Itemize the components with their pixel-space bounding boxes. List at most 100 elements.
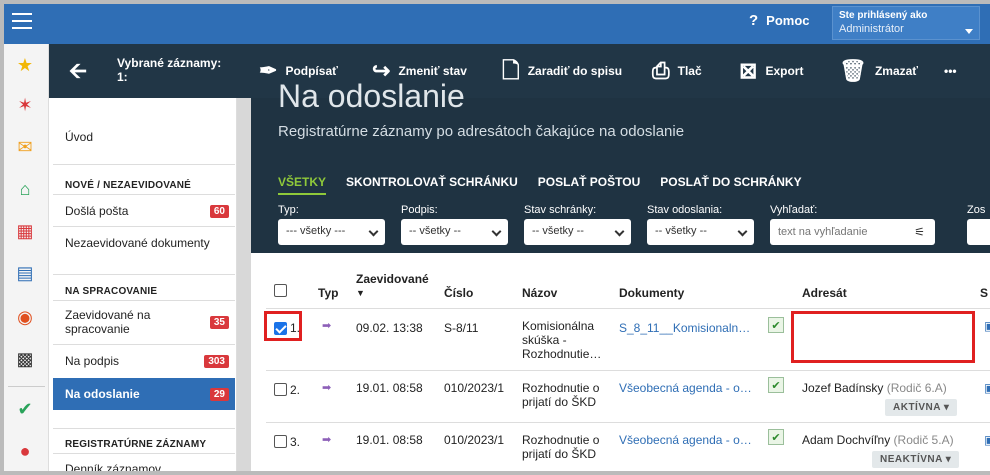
outgoing-icon: ➡: [322, 320, 332, 332]
count-badge: 35: [209, 316, 229, 329]
col-cut[interactable]: S: [980, 286, 988, 300]
outgoing-icon: ➡: [322, 434, 332, 446]
type-filter: Typ: --- všetky ---: [278, 204, 385, 245]
box-filter: Stav schránky: -- všetky --: [524, 204, 631, 245]
table-row[interactable]: 2. ➡ 19.01. 08:58 010/2023/1 Rozhodnutie…: [266, 370, 990, 422]
book-icon[interactable]: ▤: [14, 262, 36, 284]
sidebar-item-unregistered[interactable]: Nezaevidované dokumenty: [53, 232, 235, 254]
check-circle-icon[interactable]: ✔: [14, 398, 36, 420]
box-icon[interactable]: ▣: [984, 319, 990, 333]
count-badge: 60: [209, 204, 229, 218]
document-link[interactable]: Všeobecná agenda - o…: [619, 381, 752, 395]
signed-check-icon[interactable]: ✔: [768, 377, 784, 393]
tab-check-box[interactable]: SKONTROLOVAŤ SCHRÁNKU: [346, 175, 518, 195]
print-button[interactable]: ⎙ Tlač: [652, 44, 702, 98]
table-row[interactable]: 3. ➡ 19.01. 08:58 010/2023/1 Rozhodnutie…: [266, 422, 990, 471]
sign-filter: Podpis: -- všetky --: [401, 204, 508, 245]
selection-info: Vybrané záznamy: 1:: [117, 56, 222, 84]
user-status: Ste prihlásený ako: [839, 10, 928, 21]
divider: [53, 194, 235, 195]
filter-bar: Typ: --- všetky --- Podpis: -- všetky --…: [251, 198, 990, 253]
search-input[interactable]: [770, 219, 935, 245]
select-all-checkbox[interactable]: [274, 284, 287, 297]
col-type[interactable]: Typ: [318, 286, 338, 300]
file-to-dossier-button[interactable]: 🗋 Zaradiť do spisu: [502, 44, 622, 98]
cut-select[interactable]: [967, 219, 990, 245]
tab-send-post[interactable]: POSLAŤ POŠTOU: [538, 175, 640, 195]
type-select[interactable]: --- všetky ---: [278, 219, 385, 245]
box-icon[interactable]: ▣: [984, 433, 990, 447]
document-icon: 🗋: [502, 58, 520, 83]
schedule-icon[interactable]: ▩: [14, 348, 36, 370]
highlight-box: [791, 311, 975, 363]
section-registry: REGISTRATÚRNE ZÁZNAMY: [65, 439, 207, 450]
signed-check-icon[interactable]: ✔: [768, 429, 784, 445]
signed-check-icon[interactable]: ✔: [768, 317, 784, 333]
col-documents[interactable]: Dokumenty: [619, 286, 684, 300]
outgoing-icon: ➡: [322, 382, 332, 394]
page-header: Na odoslanie Registratúrne záznamy po ad…: [251, 78, 990, 198]
rail-divider: [8, 386, 45, 387]
divider: [53, 274, 235, 275]
record-name: Rozhodnutie o prijatí do ŠKD: [522, 433, 600, 461]
delete-button[interactable]: 🗑 Zmazať: [839, 44, 918, 98]
sidebar-item-to-sign[interactable]: Na podpis 303: [53, 350, 235, 372]
status-badge[interactable]: NEAKTÍVNA ▾: [872, 451, 960, 468]
star-icon[interactable]: ★: [14, 54, 36, 76]
home-icon[interactable]: ⌂: [14, 178, 36, 200]
box-state-select[interactable]: -- všetky --: [524, 219, 631, 245]
addressee: Adam Dochvíľny (Rodič 5.A): [802, 433, 954, 447]
highlight-box: [264, 311, 302, 341]
trash-icon: 🗑: [839, 58, 867, 83]
divider: [53, 453, 235, 454]
stamp-icon: ✒: [259, 58, 278, 83]
sidebar-item-diary[interactable]: Denník záznamov: [53, 458, 235, 471]
sort-desc-icon: ▼: [356, 288, 365, 298]
row-checkbox[interactable]: [274, 383, 287, 396]
row-checkbox[interactable]: [274, 435, 287, 448]
tab-send-box[interactable]: POSLAŤ DO SCHRÁNKY: [660, 175, 801, 195]
more-button[interactable]: •••: [944, 44, 957, 98]
sidebar-item-to-send[interactable]: Na odoslanie 29: [53, 378, 235, 410]
box-icon[interactable]: ▣: [984, 381, 990, 395]
addressee: Jozef Badínsky (Rodič 6.A): [802, 381, 947, 395]
divider: [53, 226, 235, 227]
document-link[interactable]: Všeobecná agenda - o…: [619, 433, 752, 447]
sign-select[interactable]: -- všetky --: [401, 219, 508, 245]
back-button[interactable]: 🡨: [69, 44, 87, 98]
calendar-icon[interactable]: ▦: [14, 220, 36, 242]
chevron-down-icon: [965, 29, 973, 34]
divider: [53, 300, 235, 301]
sliders-icon[interactable]: ⚟: [914, 225, 925, 239]
record-name: Rozhodnutie o prijatí do ŠKD: [522, 381, 600, 409]
scrollbar[interactable]: [237, 98, 251, 471]
status-badge[interactable]: AKTÍVNA ▾: [885, 399, 958, 416]
send-state-select[interactable]: -- všetky --: [647, 219, 754, 245]
user-icon[interactable]: ◉: [14, 306, 36, 328]
col-name[interactable]: Názov: [522, 286, 557, 300]
mail-icon[interactable]: ✉: [14, 136, 36, 158]
col-registered[interactable]: Zaevidované ▼: [356, 272, 429, 298]
sidebar-item-registered[interactable]: Zaevidované na spracovanie 35: [53, 304, 235, 340]
export-button[interactable]: ⊠ Export: [739, 44, 803, 98]
col-addressee[interactable]: Adresát: [802, 286, 847, 300]
app-window: ? Pomoc Ste prihlásený ako Administrátor …: [0, 0, 990, 475]
sidebar-item-home[interactable]: Úvod: [53, 126, 235, 148]
section-processing: NA SPRACOVANIE: [65, 286, 158, 297]
help-button[interactable]: ? Pomoc: [749, 12, 810, 29]
document-link[interactable]: S_8_11__Komisionaln…: [619, 321, 750, 335]
user-menu[interactable]: Ste prihlásený ako Administrátor: [832, 6, 980, 40]
pdf-icon[interactable]: ●: [14, 440, 36, 462]
count-badge: 303: [204, 354, 229, 368]
divider: [53, 164, 235, 165]
top-bar: ? Pomoc Ste prihlásený ako Administrátor: [4, 4, 990, 44]
sidebar-item-incoming[interactable]: Došlá pošta 60: [53, 200, 235, 222]
magic-wand-icon[interactable]: ✶: [14, 94, 36, 116]
icon-rail: ★ ✶ ✉ ⌂ ▦ ▤ ◉ ▩ ✔ ●: [4, 44, 49, 471]
tab-bar: VŠETKY SKONTROLOVAŤ SCHRÁNKU POSLAŤ POŠT…: [278, 175, 802, 195]
page-title: Na odoslanie: [278, 78, 465, 114]
col-number[interactable]: Číslo: [444, 286, 473, 300]
divider: [53, 344, 235, 345]
tab-all[interactable]: VŠETKY: [278, 175, 327, 195]
menu-icon[interactable]: [12, 13, 32, 29]
